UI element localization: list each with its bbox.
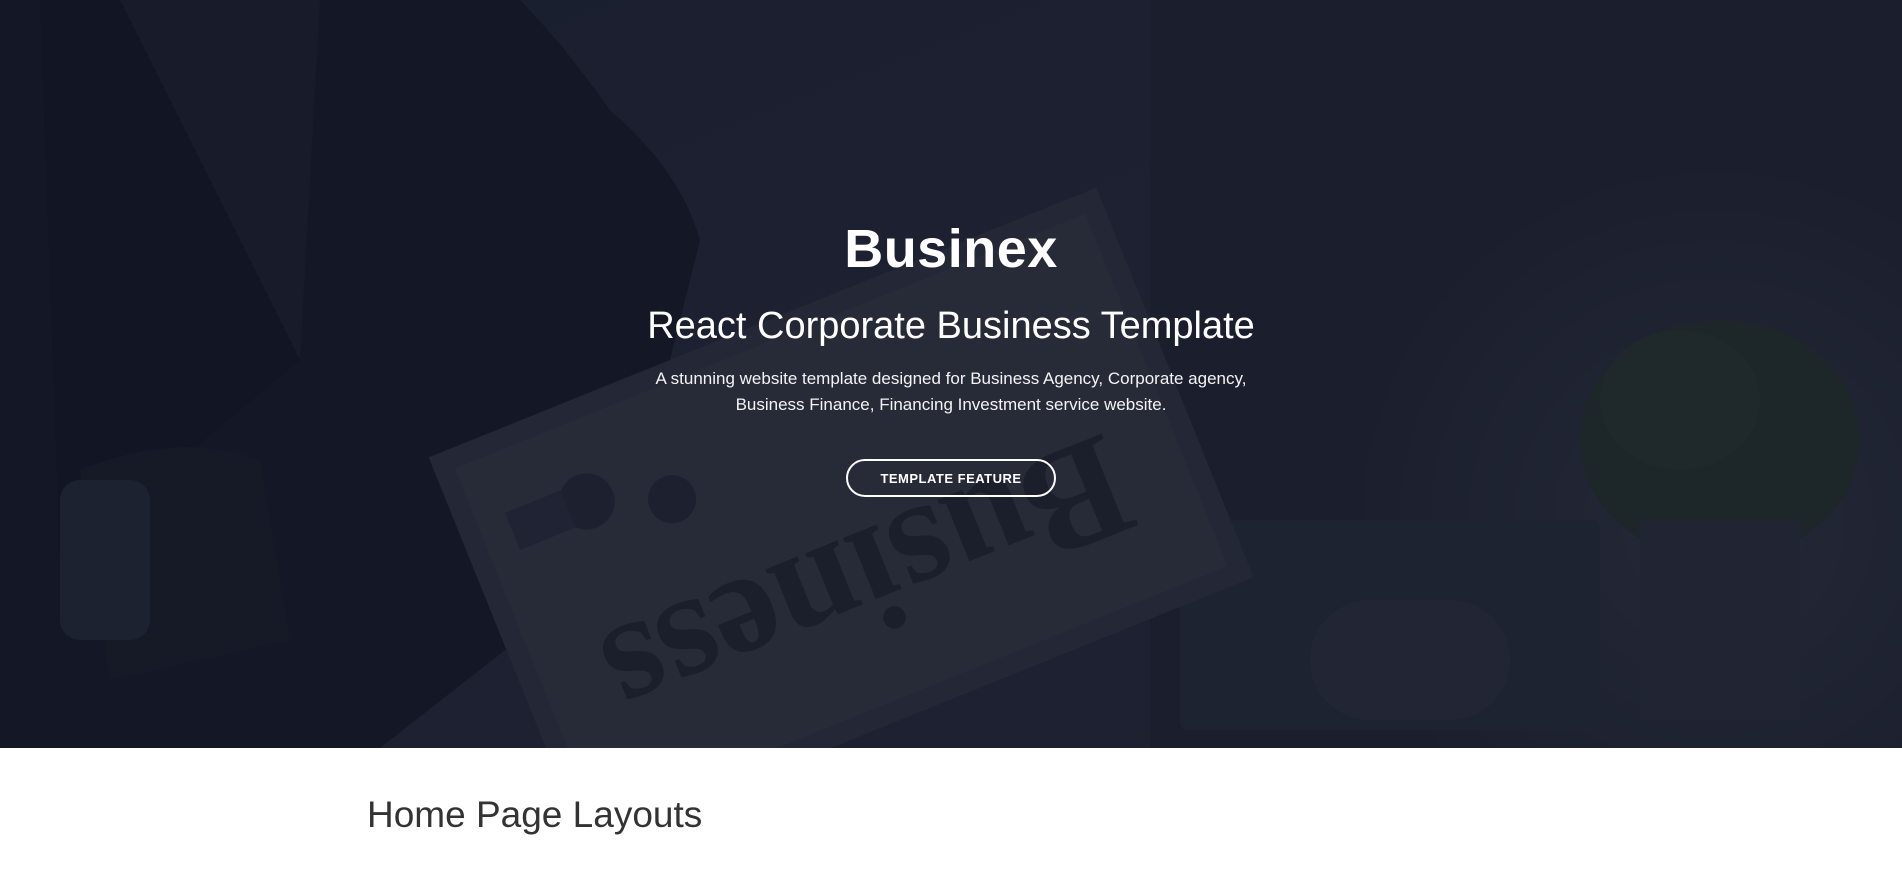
hero-subtitle: React Corporate Business Template <box>647 305 1255 347</box>
template-feature-button[interactable]: TEMPLATE FEATURE <box>846 459 1056 497</box>
hero-content: Businex React Corporate Business Templat… <box>0 0 1902 748</box>
hero-description: A stunning website template designed for… <box>655 369 1247 414</box>
home-page-layouts-section: Home Page Layouts <box>0 748 1902 869</box>
section-title: Home Page Layouts <box>367 794 703 835</box>
hero-section: Business Businex React Corporate Busines… <box>0 0 1902 748</box>
hero-title: Businex <box>844 219 1058 279</box>
